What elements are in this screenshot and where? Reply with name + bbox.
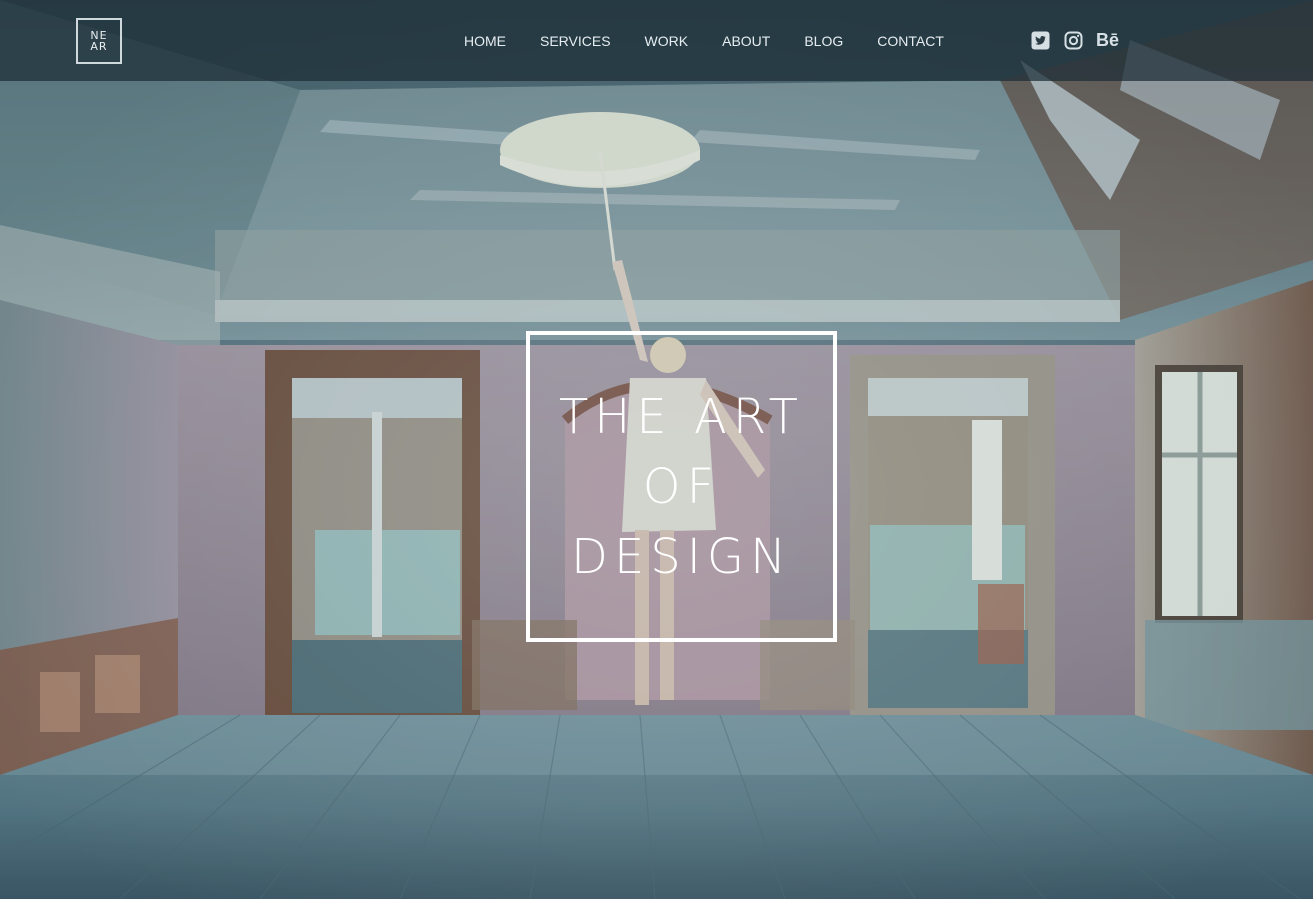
nav-item-services[interactable]: SERVICES — [540, 33, 611, 49]
logo[interactable]: NE AR — [76, 18, 122, 64]
nav-item-home[interactable]: HOME — [464, 33, 506, 49]
social-links: Bē — [1030, 30, 1119, 50]
header: NE AR HOME SERVICES WORK ABOUT BLOG CONT… — [0, 0, 1313, 81]
page: NE AR HOME SERVICES WORK ABOUT BLOG CONT… — [0, 0, 1313, 899]
nav-item-about[interactable]: ABOUT — [722, 33, 770, 49]
behance-icon[interactable]: Bē — [1096, 30, 1119, 50]
hero-title-line-2: OF — [642, 458, 721, 515]
nav-item-work[interactable]: WORK — [645, 33, 689, 49]
logo-line-2: AR — [90, 40, 108, 53]
instagram-icon[interactable] — [1063, 30, 1083, 50]
hero-title-line-3: DESIGN — [570, 528, 792, 585]
twitter-icon[interactable] — [1030, 30, 1050, 50]
hero-title-box: THE ART OF DESIGN — [526, 331, 837, 642]
nav-item-contact[interactable]: CONTACT — [877, 33, 944, 49]
main-nav: HOME SERVICES WORK ABOUT BLOG CONTACT — [464, 0, 978, 81]
hero-title-line-1: THE ART — [558, 388, 804, 445]
nav-item-blog[interactable]: BLOG — [804, 33, 843, 49]
